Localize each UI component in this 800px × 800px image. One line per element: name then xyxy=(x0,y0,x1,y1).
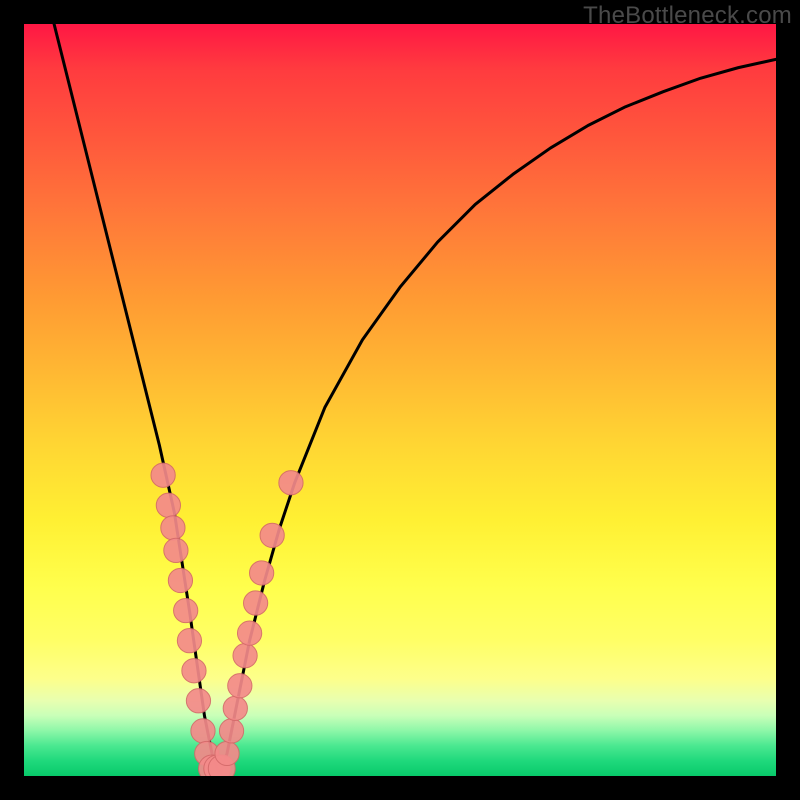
watermark-text: TheBottleneck.com xyxy=(583,2,792,30)
data-markers xyxy=(151,463,303,776)
chart-frame: TheBottleneck.com xyxy=(0,0,800,800)
bottleneck-curve xyxy=(54,24,776,776)
plot-area xyxy=(24,24,776,776)
chart-svg xyxy=(24,24,776,776)
